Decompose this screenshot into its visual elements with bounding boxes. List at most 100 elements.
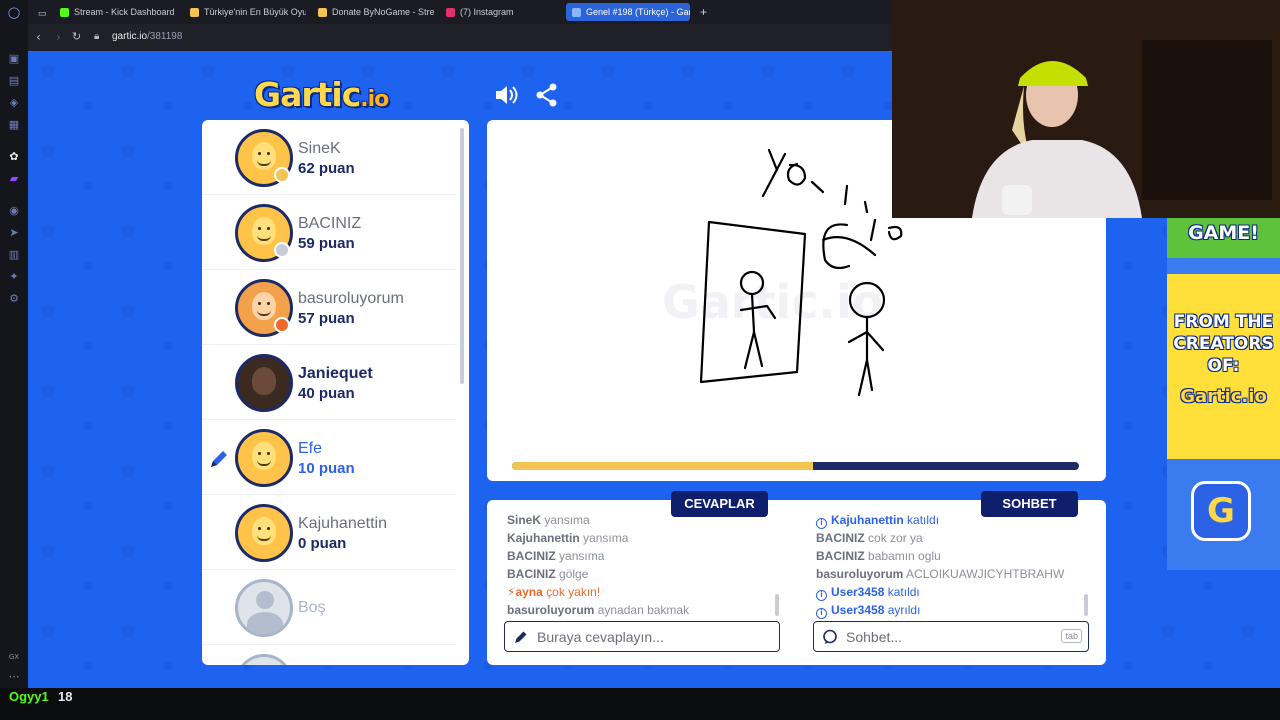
- tab-bar: ▭ Stream - Kick Dashboard Türkiye'nin En…: [28, 0, 892, 24]
- tab-menu-icon[interactable]: ▭: [32, 4, 50, 22]
- share-icon[interactable]: [533, 81, 561, 109]
- message-user: basuroluyorum: [816, 567, 904, 581]
- message-user: BACINIZ: [816, 549, 865, 563]
- back-icon[interactable]: ‹: [36, 30, 41, 44]
- webcam-overlay: [892, 0, 1280, 218]
- url-host: gartic.io: [112, 31, 148, 42]
- gx-label: GX: [8, 653, 20, 661]
- avatar: [235, 354, 293, 412]
- chat-message: basuroluyorum ACLOIKUAWJICYHTBRAHW: [816, 565, 1096, 583]
- ad-logo: Gartic.io: [1180, 386, 1267, 407]
- tab-answers[interactable]: CEVAPLAR: [671, 491, 768, 517]
- gartic-logo[interactable]: Gartic.io: [254, 75, 389, 114]
- tab-gartic[interactable]: Genel #198 (Türkçe) - Gar: [566, 3, 690, 21]
- player-row[interactable]: Kajuhanettin 0 puan: [202, 495, 457, 570]
- chat-bubble-icon: [823, 629, 837, 644]
- url-field[interactable]: gartic.io/381198: [112, 31, 182, 42]
- empty-slot[interactable]: Boş: [202, 570, 457, 645]
- player-icon[interactable]: ◉: [7, 204, 21, 218]
- sidebar-app-icon[interactable]: ▦: [7, 118, 21, 132]
- player-row[interactable]: Janiequet 40 puan: [202, 345, 457, 420]
- message-text: gölge: [559, 567, 589, 581]
- empty-slot[interactable]: [202, 645, 457, 665]
- player-row-drawing[interactable]: Efe 10 puan: [202, 420, 457, 495]
- message-user: BACINIZ: [507, 567, 556, 581]
- settings-icon[interactable]: ⚙: [7, 292, 21, 306]
- stream-overlay-bar: Ogyy1 18: [0, 688, 1280, 720]
- tab-instagram[interactable]: (7) Instagram: [440, 3, 560, 21]
- twitch-icon[interactable]: ▰: [7, 172, 21, 186]
- ad-text: OF:: [1207, 356, 1240, 376]
- tab-kick[interactable]: Stream - Kick Dashboard: [54, 3, 178, 21]
- message-text: yansıma: [559, 549, 605, 563]
- logo-suffix: .io: [360, 87, 389, 112]
- player-score: 40 puan: [298, 385, 355, 402]
- answer-input-box: [504, 621, 780, 652]
- answer-input[interactable]: [537, 628, 737, 645]
- sidebar-app-icon[interactable]: ◈: [7, 96, 21, 110]
- tab-bynogame[interactable]: Türkiye'nin En Büyük Oyu: [184, 3, 306, 21]
- tab-donate[interactable]: Donate ByNoGame - Strea: [312, 3, 434, 21]
- viewer-count: 18: [58, 689, 73, 704]
- send-icon[interactable]: ➤: [7, 226, 21, 240]
- message-text: yansıma: [583, 531, 629, 545]
- bynogame-favicon-icon: [318, 7, 327, 17]
- player-score: 59 puan: [298, 235, 355, 252]
- message-user: BACINIZ: [816, 531, 865, 545]
- player-score: 62 puan: [298, 160, 355, 177]
- more-icon[interactable]: ⋯: [7, 670, 21, 684]
- close-answer-message: ⚡︎ayna çok yakın!: [507, 583, 787, 601]
- speaker-icon[interactable]: [492, 81, 520, 109]
- url-path: /381198: [147, 31, 183, 42]
- answers-scrollbar[interactable]: [775, 594, 779, 616]
- opera-logo-icon[interactable]: ◯: [7, 6, 21, 20]
- player-row[interactable]: SineK 62 puan: [202, 120, 457, 195]
- player-score: 57 puan: [298, 310, 355, 327]
- forward-icon[interactable]: ›: [56, 30, 61, 44]
- system-message: i User3458 ayrıldı: [816, 601, 1096, 619]
- message-user: SineK: [507, 513, 542, 527]
- ad-text: FROM THE: [1173, 312, 1274, 332]
- avatar: [235, 504, 293, 562]
- message-text: katıldı: [907, 513, 940, 527]
- message-user: basuroluyorum: [507, 603, 595, 617]
- lock-icon: 🔒︎: [94, 31, 100, 42]
- sidebar-app-icon[interactable]: ▥: [7, 248, 21, 262]
- sidebar-app-icon[interactable]: ▣: [7, 52, 21, 66]
- ad-text: CREATORS: [1173, 334, 1274, 354]
- answers-list: SineK yansıma Kajuhanettin yansıma BACIN…: [507, 511, 787, 619]
- message-user: BACINIZ: [507, 549, 556, 563]
- chat-list: i Kajuhanettin katıldı BACINIZ cok zor ya…: [816, 511, 1096, 619]
- player-name: Kajuhanettin: [298, 515, 387, 532]
- player-row[interactable]: basuroluyorum 57 puan: [202, 270, 457, 345]
- player-list-scrollbar[interactable]: [460, 128, 464, 384]
- system-message: i User3458 katıldı: [816, 583, 1096, 601]
- pencil-icon: [515, 631, 527, 643]
- status-badge: [274, 317, 290, 333]
- message-text: çok yakın!: [546, 585, 601, 599]
- advertisement[interactable]: GAME! FROM THE CREATORS OF: Gartic.io G: [1167, 216, 1280, 570]
- answer-message: BACINIZ gölge: [507, 565, 787, 583]
- round-timer: [512, 462, 1079, 470]
- answer-message: Kajuhanettin yansıma: [507, 529, 787, 547]
- chat-input[interactable]: [846, 628, 1046, 645]
- message-user: User3458: [831, 585, 885, 599]
- player-row[interactable]: BACINIZ 59 puan: [202, 195, 457, 270]
- new-tab-button[interactable]: +: [694, 3, 710, 21]
- instagram-favicon-icon: [446, 7, 455, 17]
- answers-chat-panel: SineK yansıma Kajuhanettin yansıma BACIN…: [487, 500, 1106, 665]
- tab-label: (7) Instagram: [460, 7, 514, 17]
- logo-text: Gartic: [254, 75, 361, 114]
- chat-message: BACINIZ babamın oglu: [816, 547, 1096, 565]
- reload-icon[interactable]: ↻: [72, 30, 81, 44]
- chat-scrollbar[interactable]: [1084, 594, 1088, 616]
- ad-text: GAME!: [1188, 222, 1259, 244]
- player-name: basuroluyorum: [298, 290, 404, 307]
- chatgpt-icon[interactable]: ✿: [7, 150, 21, 164]
- message-text: yansıma: [544, 513, 590, 527]
- extensions-icon[interactable]: ✦: [7, 270, 21, 284]
- sidebar-app-icon[interactable]: ▤: [7, 74, 21, 88]
- pencil-icon: [211, 451, 227, 467]
- answer-message: basuroluyorum aynadan bakmak: [507, 601, 787, 619]
- tab-chat[interactable]: SOHBET: [981, 491, 1078, 517]
